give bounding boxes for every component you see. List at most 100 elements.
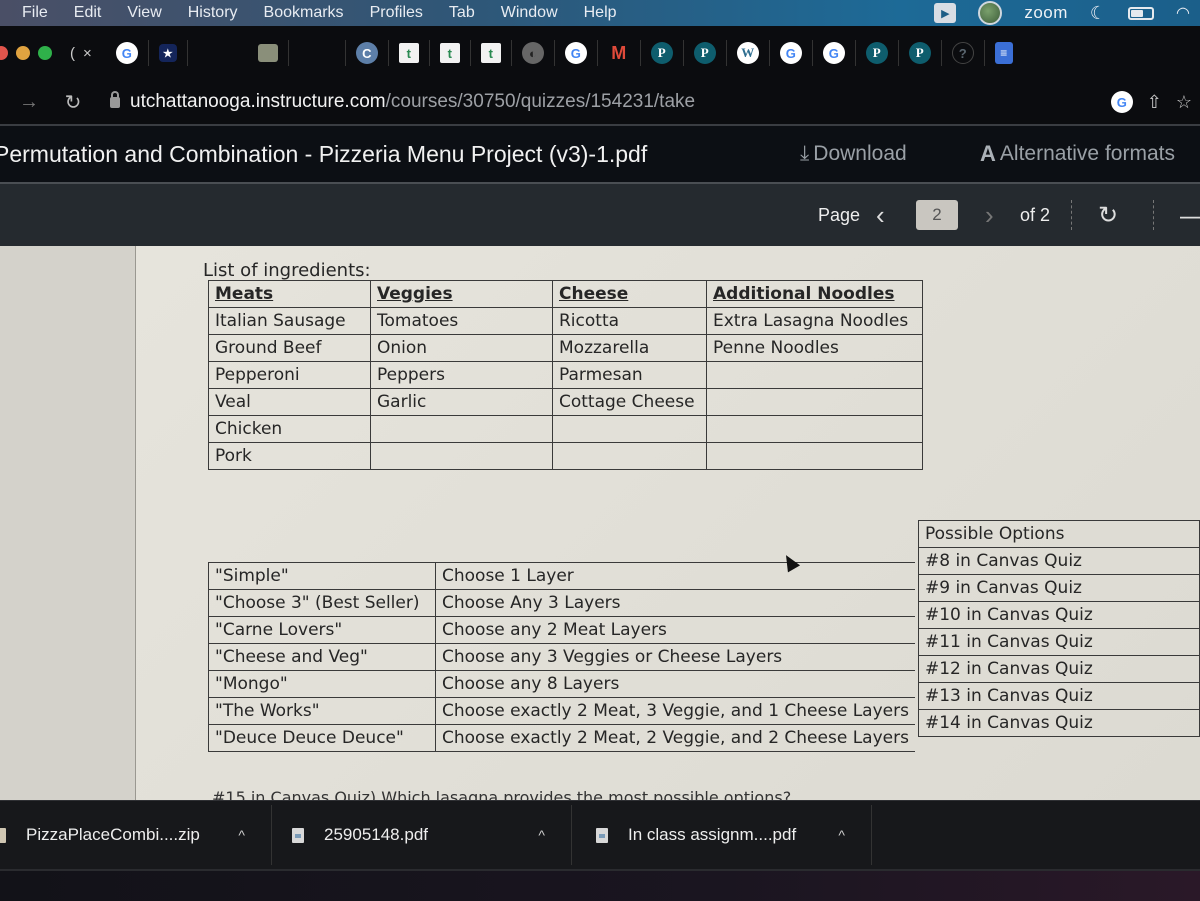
google-icon[interactable]: G [779,42,802,64]
pearson-icon[interactable]: P [865,42,888,64]
pearson-icon[interactable]: P [650,42,673,64]
table-row: #14 in Canvas Quiz [918,709,1200,737]
empty-tab[interactable] [198,42,238,64]
previous-page-button[interactable]: ‹ [876,200,885,231]
wifi-icon[interactable]: ◠ [1176,3,1190,23]
bookmark-star-icon[interactable]: ☆ [1176,92,1192,113]
wordpress-icon[interactable]: W [736,42,759,64]
book-icon[interactable] [257,44,278,62]
lasagna-name: "The Works" [208,697,436,725]
pearson-icon[interactable]: P [908,42,931,64]
table-cell: Onion [370,334,553,362]
menu-help[interactable]: Help [571,4,630,22]
docs-icon[interactable]: ≡ [994,42,1013,64]
zoom-out-button[interactable]: — [1180,200,1200,231]
option-cell: #12 in Canvas Quiz [918,655,1200,683]
user-avatar-icon[interactable] [978,1,1003,25]
toolbar-divider [1153,200,1154,230]
chevron-up-icon[interactable]: ^ [238,827,245,843]
url-field[interactable]: utchattanooga.instructure.com/courses/30… [110,90,695,113]
table-row: #12 in Canvas Quiz [918,655,1200,683]
table-cell: Italian Sausage [208,307,371,335]
menu-history[interactable]: History [175,4,251,22]
menu-edit[interactable]: Edit [61,4,115,22]
lock-icon[interactable] [110,90,120,108]
tab-active[interactable]: ( × [70,45,92,62]
moon-icon[interactable]: ☾ [1090,3,1106,24]
table-cell [706,361,923,389]
table-cell: Ricotta [552,307,707,335]
table-row: #8 in Canvas Quiz [918,547,1200,575]
minimize-window-button[interactable] [16,46,30,60]
download-item[interactable]: PizzaPlaceCombi....zip ^ [0,805,272,865]
download-filename: 25905148.pdf [324,825,428,844]
alternative-formats-label: Alternative formats [999,142,1175,165]
globe-icon[interactable]: ◐ [521,42,544,64]
rotate-button[interactable]: ↻ [1098,201,1118,230]
star-icon[interactable]: ★ [158,44,177,62]
close-window-button[interactable] [0,46,8,60]
c-app-icon[interactable]: C [355,42,378,64]
tab-separator [387,40,389,66]
close-tab-icon[interactable]: × [83,45,92,62]
google-icon[interactable]: G [564,42,587,64]
download-button[interactable]: ⤓ Download [800,142,907,166]
menu-file[interactable]: File [0,4,61,22]
fullscreen-window-button[interactable] [38,46,52,60]
ingredients-table: Meats Veggies Cheese Additional Noodles … [208,280,923,470]
share-icon[interactable]: ⇧ [1147,92,1162,113]
lasagna-name: "Deuce Deuce Deuce" [208,724,436,752]
tab-separator [469,40,471,66]
possible-options-table: Possible Options #8 in Canvas Quiz #9 in… [918,520,1200,737]
option-cell: #13 in Canvas Quiz [918,682,1200,710]
menu-tab[interactable]: Tab [436,4,488,22]
url-host: utchattanooga.instructure.com [130,91,386,112]
tab-title: ( [70,44,75,62]
pdf-file-icon [596,827,608,843]
t-app-icon[interactable]: t [439,43,460,63]
reload-button[interactable]: ↻ [58,90,88,115]
zoom-menu-extra[interactable]: zoom [1024,3,1068,23]
t-app-icon[interactable]: t [398,43,419,63]
tab-separator [553,40,555,66]
pearson-icon[interactable]: P [693,42,716,64]
table-row: #9 in Canvas Quiz [918,574,1200,602]
empty-tab[interactable] [299,42,335,64]
pdf-file-icon [292,827,304,843]
ingredients-caption: List of ingredients: [203,260,371,281]
table-row: Pork [208,442,923,470]
t-app-icon[interactable]: t [480,43,501,63]
gmail-icon[interactable]: M [608,42,630,64]
option-cell: #8 in Canvas Quiz [918,547,1200,575]
forward-button[interactable]: → [14,91,44,114]
page-count: of 2 [1020,204,1051,225]
menu-window[interactable]: Window [488,4,571,22]
download-item[interactable]: In class assignm....pdf ^ [572,805,872,865]
zip-file-icon [0,827,6,843]
google-lens-icon[interactable]: G [1110,91,1133,113]
download-shelf: PizzaPlaceCombi....zip ^ 25905148.pdf ^ … [0,800,1200,901]
page-number-input[interactable] [916,200,958,230]
menu-view[interactable]: View [114,4,174,22]
lasagna-rule: Choose any 8 Layers [434,670,915,698]
window-controls [0,46,52,60]
chevron-up-icon[interactable]: ^ [838,827,845,843]
next-page-button[interactable]: › [985,200,994,231]
google-icon[interactable]: G [822,42,845,64]
pdf-toolbar: Page ‹ › of 2 ↻ — [0,182,1200,246]
menu-profiles[interactable]: Profiles [357,4,436,22]
menu-bookmarks[interactable]: Bookmarks [251,4,357,22]
lasagna-rule: Choose any 3 Veggies or Cheese Layers [434,643,915,671]
download-item[interactable]: 25905148.pdf ^ [272,805,572,865]
battery-icon[interactable] [1128,6,1155,20]
chevron-up-icon[interactable]: ^ [538,827,545,843]
header-possible-options: Possible Options [918,520,1200,548]
alternative-formats-button[interactable]: A Alternative formats [980,141,1175,167]
google-icon[interactable]: G [115,42,138,64]
play-icon[interactable]: ▶ [934,3,957,23]
lightbulb-icon[interactable]: ? [951,42,974,64]
pdf-viewer[interactable]: List of ingredients: Meats Veggies Chees… [0,246,1200,807]
table-cell [552,442,707,470]
table-row: "Cheese and Veg" Choose any 3 Veggies or… [208,643,915,671]
desktop-edge [0,871,1200,901]
